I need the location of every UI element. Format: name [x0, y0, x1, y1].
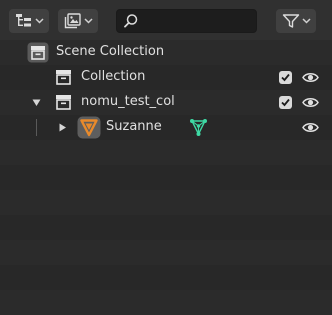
outliner-tree: Scene Collection Collection nomu_test_co…: [0, 40, 332, 315]
filter-icon: [282, 14, 299, 28]
outliner-panel: Scene Collection Collection nomu_test_co…: [0, 0, 332, 315]
chevron-down-icon: [83, 18, 93, 24]
collection-icon: [56, 70, 71, 85]
chevron-down-icon: [301, 18, 311, 24]
collection-icon: [56, 95, 71, 110]
display-mode-dropdown[interactable]: [9, 9, 49, 33]
tree-row-label: Scene Collection: [56, 44, 165, 59]
empty-row: [0, 215, 332, 240]
mesh-data-icon[interactable]: [189, 118, 208, 137]
exclude-checkbox[interactable]: [279, 71, 292, 84]
expand-arrow-down-icon[interactable]: [32, 99, 41, 107]
tree-row-scene-collection[interactable]: Scene Collection: [0, 40, 332, 65]
view-layer-icon: [64, 13, 81, 29]
tree-row-label: Collection: [81, 69, 146, 84]
search-icon: [124, 14, 138, 28]
eye-icon[interactable]: [302, 71, 319, 84]
empty-row: [0, 265, 332, 290]
eye-icon[interactable]: [302, 96, 319, 109]
outliner-tree-icon: [15, 14, 31, 27]
filter-dropdown[interactable]: [276, 9, 316, 33]
outliner-header: [0, 0, 332, 40]
tree-row-suzanne[interactable]: Suzanne: [0, 115, 332, 140]
empty-row: [0, 190, 332, 215]
search-field[interactable]: [116, 9, 257, 33]
exclude-checkbox[interactable]: [279, 96, 292, 109]
tree-indent-line: [36, 119, 37, 136]
search-input[interactable]: [141, 10, 251, 32]
tree-row-nomu-test-col[interactable]: nomu_test_col: [0, 90, 332, 115]
mesh-object-icon[interactable]: [77, 116, 101, 139]
empty-row: [0, 240, 332, 265]
scene-collection-icon: [27, 42, 49, 63]
tree-row-collection[interactable]: Collection: [0, 65, 332, 90]
expand-arrow-right-icon[interactable]: [59, 123, 67, 132]
chevron-down-icon: [34, 18, 44, 24]
empty-row: [0, 165, 332, 190]
checkmark-icon: [281, 98, 290, 107]
eye-icon[interactable]: [302, 121, 319, 134]
tree-row-label: Suzanne: [106, 119, 162, 134]
checkmark-icon: [281, 73, 290, 82]
empty-row: [0, 140, 332, 165]
view-layer-dropdown[interactable]: [58, 9, 98, 33]
tree-row-label: nomu_test_col: [81, 94, 175, 109]
